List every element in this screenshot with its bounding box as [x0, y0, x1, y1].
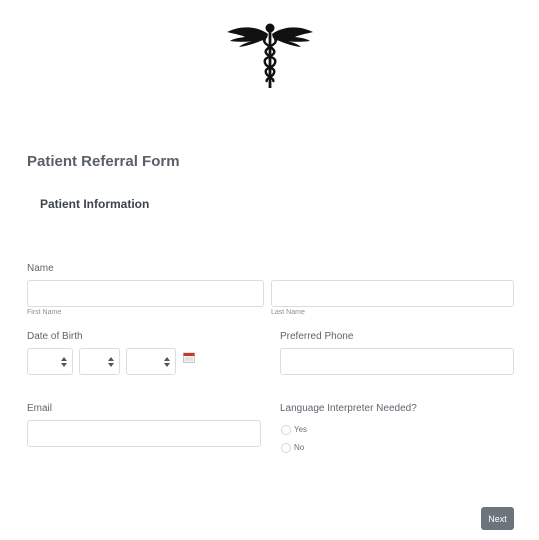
next-button[interactable]: Next	[481, 507, 514, 530]
dob-day-select[interactable]	[79, 348, 120, 375]
interpreter-no-radio[interactable]	[281, 443, 291, 453]
dob-month-select[interactable]	[27, 348, 73, 375]
first-name-sublabel: First Name	[27, 309, 62, 316]
interpreter-label: Language Interpreter Needed?	[280, 403, 417, 414]
chevron-updown-icon	[108, 357, 114, 367]
chevron-updown-icon	[164, 357, 170, 367]
caduceus-icon	[227, 23, 313, 88]
interpreter-no-label: No	[294, 443, 305, 452]
calendar-icon[interactable]	[183, 352, 195, 363]
dob-year-select[interactable]	[126, 348, 176, 375]
email-label: Email	[27, 403, 53, 414]
phone-label: Preferred Phone	[280, 331, 354, 342]
last-name-sublabel: Last Name	[271, 309, 305, 316]
last-name-input[interactable]	[271, 280, 514, 307]
interpreter-yes-label: Yes	[294, 425, 308, 434]
section-title: Patient Information	[40, 197, 150, 211]
interpreter-yes-radio[interactable]	[281, 425, 291, 435]
name-label: Name	[27, 263, 54, 274]
email-input[interactable]	[27, 420, 261, 447]
dob-label: Date of Birth	[27, 331, 83, 342]
first-name-input[interactable]	[27, 280, 264, 307]
phone-input[interactable]	[280, 348, 514, 375]
form-title: Patient Referral Form	[27, 153, 180, 170]
chevron-updown-icon	[61, 357, 67, 367]
